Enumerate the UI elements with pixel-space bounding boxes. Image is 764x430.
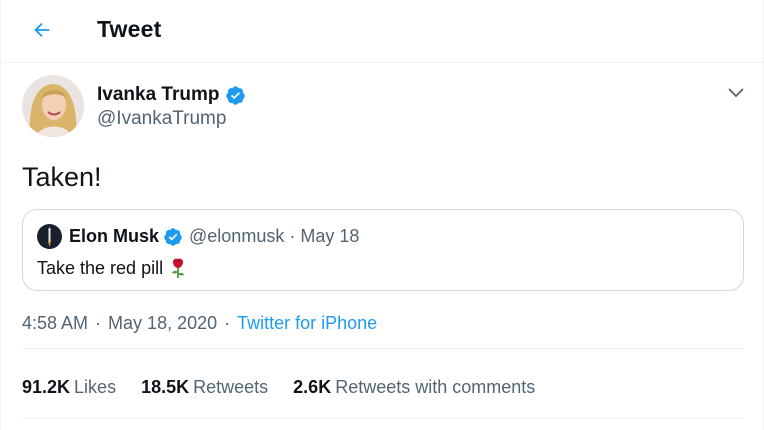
quote-tweets-stat[interactable]: 2.6K Retweets with comments — [293, 377, 535, 398]
rose-icon — [172, 258, 185, 278]
tweet-text: Taken! — [22, 162, 102, 192]
author-avatar[interactable] — [22, 75, 84, 137]
tweet-source-link[interactable]: Twitter for iPhone — [237, 313, 377, 334]
chevron-down-icon — [728, 88, 744, 98]
retweets-count: 18.5K — [141, 377, 190, 397]
likes-count: 91.2K — [22, 377, 71, 397]
tweet-time[interactable]: 4:58 AM — [22, 313, 88, 334]
back-button[interactable] — [26, 14, 58, 46]
arrow-left-icon — [34, 22, 50, 38]
tweet-date[interactable]: May 18, 2020 — [108, 313, 217, 334]
quoted-author-avatar — [37, 224, 62, 249]
separator-dot: · — [224, 313, 231, 333]
quoted-tweet-card[interactable]: Elon Musk @elonmusk · May 18 Take the re… — [22, 209, 744, 291]
quoted-tweet-date: May 18 — [300, 226, 360, 246]
quoted-author-handle: @elonmusk — [189, 226, 285, 246]
divider — [22, 418, 744, 419]
quoted-tweet-body: Take the red pill — [37, 257, 186, 279]
likes-stat[interactable]: 91.2K Likes — [22, 377, 116, 398]
page-header: Tweet — [0, 0, 764, 63]
author-handle[interactable]: @IvankaTrump — [97, 108, 226, 130]
separator-dot: · — [95, 313, 102, 333]
more-options-button[interactable] — [724, 80, 748, 104]
left-border — [0, 0, 1, 430]
quoted-tweet-header: Elon Musk @elonmusk · May 18 — [37, 224, 359, 249]
quote-tweets-count: 2.6K — [293, 377, 332, 397]
separator-dot: · — [289, 226, 296, 246]
retweets-label: Retweets — [193, 377, 269, 397]
tweet-meta: 4:58 AM · May 18, 2020 · Twitter for iPh… — [22, 313, 377, 334]
retweets-stat[interactable]: 18.5K Retweets — [141, 377, 268, 398]
quoted-author-name: Elon Musk — [69, 226, 160, 246]
author-name-row: Ivanka Trump — [97, 84, 246, 106]
divider — [22, 348, 744, 349]
verified-badge-icon — [225, 85, 245, 105]
likes-label: Likes — [74, 377, 117, 397]
engagement-stats: 91.2K Likes 18.5K Retweets 2.6K Retweets wi… — [22, 377, 560, 398]
quote-tweets-label: Retweets with comments — [335, 377, 536, 397]
author-display-name[interactable]: Ivanka Trump — [97, 84, 220, 106]
page-title: Tweet — [97, 16, 162, 42]
verified-badge-icon — [164, 227, 182, 246]
quoted-tweet-text: Take the red pill — [37, 257, 164, 278]
